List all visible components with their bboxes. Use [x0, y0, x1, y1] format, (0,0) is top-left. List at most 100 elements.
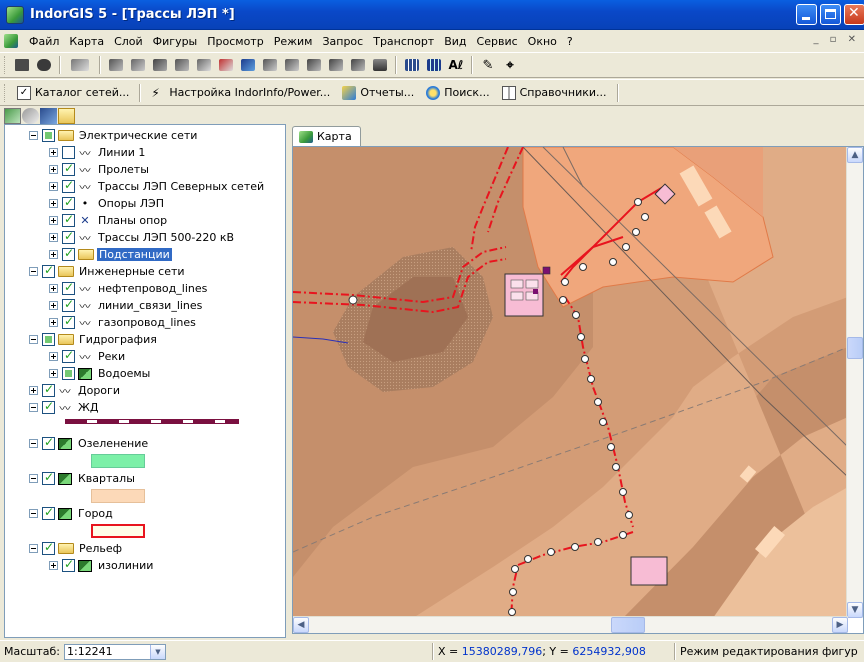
- toolbar-grip-2[interactable]: [4, 83, 7, 102]
- menu-window[interactable]: Окно: [523, 35, 562, 48]
- tools-tab-icon[interactable]: [40, 108, 57, 124]
- add-vertex-icon[interactable]: [150, 56, 170, 74]
- layer-checkbox[interactable]: [42, 129, 55, 142]
- snap-vertex-icon[interactable]: [326, 56, 346, 74]
- menu-help[interactable]: ?: [562, 35, 578, 48]
- expand-toggle[interactable]: [49, 165, 58, 174]
- tree-item-poles[interactable]: • Опоры ЛЭП: [49, 195, 166, 212]
- collapse-toggle[interactable]: [29, 474, 38, 483]
- reference-button[interactable]: Справочники...: [496, 83, 613, 103]
- menu-query[interactable]: Запрос: [317, 35, 368, 48]
- tree-item-rivers[interactable]: 〰 Реки: [49, 348, 127, 365]
- split-shape-icon[interactable]: [194, 56, 214, 74]
- expand-toggle[interactable]: [49, 233, 58, 242]
- tree-item-roads[interactable]: 〰 Дороги: [29, 382, 122, 399]
- styles-tab-icon[interactable]: [22, 108, 39, 124]
- scale-shape-icon[interactable]: [282, 56, 302, 74]
- mdi-controls[interactable]: _ ▫ ✕: [813, 34, 860, 45]
- menu-file[interactable]: Файл: [24, 35, 64, 48]
- layer-style-icon[interactable]: [34, 56, 54, 74]
- tree-item-routes500[interactable]: 〰 Трассы ЛЭП 500-220 кВ: [49, 229, 236, 246]
- layer-checkbox[interactable]: [42, 540, 55, 555]
- tree-item-oil[interactable]: 〰 нефтепровод_lines: [49, 280, 209, 297]
- layers-tab-icon[interactable]: [4, 108, 21, 124]
- collapse-toggle[interactable]: [29, 267, 38, 276]
- expand-toggle[interactable]: [49, 182, 58, 191]
- layer-checkbox[interactable]: [42, 435, 55, 450]
- scroll-right-button[interactable]: ▶: [832, 617, 848, 633]
- layer-checkbox[interactable]: [62, 280, 75, 295]
- layer-checkbox[interactable]: [62, 195, 75, 210]
- close-button[interactable]: ✕: [844, 4, 864, 25]
- horizontal-scrollbar[interactable]: ◀ ▶: [293, 616, 848, 633]
- folders-tab-icon[interactable]: [58, 108, 75, 124]
- tree-item-lines1[interactable]: 〰 Линии 1: [49, 144, 147, 161]
- expand-toggle[interactable]: [49, 561, 58, 570]
- layer-checkbox[interactable]: [62, 146, 75, 159]
- toolbar-grip[interactable]: [4, 56, 7, 74]
- layer-props-icon[interactable]: [12, 56, 32, 74]
- edit-vertex-icon[interactable]: [128, 56, 148, 74]
- search-button[interactable]: Поиск...: [420, 83, 495, 103]
- tree-item-electric[interactable]: Электрические сети: [29, 127, 199, 144]
- tree-item-substations[interactable]: Подстанции: [49, 246, 172, 263]
- tree-item-comm[interactable]: 〰 линии_связи_lines: [49, 297, 204, 314]
- select-tool-icon[interactable]: [66, 56, 94, 74]
- tab-map[interactable]: Карта: [292, 126, 361, 146]
- menu-map[interactable]: Карта: [64, 35, 109, 48]
- snap-icon[interactable]: [304, 56, 324, 74]
- layer-checkbox[interactable]: [62, 314, 75, 329]
- layer-checkbox[interactable]: [62, 246, 75, 261]
- tree-item-hydro[interactable]: Гидрография: [29, 331, 159, 348]
- layer-checkbox[interactable]: [42, 470, 55, 485]
- collapse-toggle[interactable]: [29, 509, 38, 518]
- tree-item-rail[interactable]: 〰 ЖД: [29, 399, 100, 416]
- menu-mode[interactable]: Режим: [269, 35, 318, 48]
- layer-checkbox[interactable]: [62, 557, 75, 572]
- binoculars-icon[interactable]: ⌖: [500, 56, 520, 74]
- tree-item-engineering[interactable]: Инженерные сети: [29, 263, 187, 280]
- collapse-toggle[interactable]: [29, 131, 38, 140]
- move-icon[interactable]: [238, 56, 258, 74]
- tree-item-north[interactable]: 〰 Трассы ЛЭП Северных сетей: [49, 178, 266, 195]
- expand-toggle[interactable]: [49, 318, 58, 327]
- layer-checkbox[interactable]: [42, 382, 55, 397]
- snap-edge-icon[interactable]: [348, 56, 368, 74]
- collapse-toggle[interactable]: [29, 544, 38, 553]
- document-icon[interactable]: [4, 34, 18, 48]
- layer-checkbox[interactable]: [62, 212, 75, 227]
- menu-transport[interactable]: Транспорт: [368, 35, 439, 48]
- rotate-icon[interactable]: [260, 56, 280, 74]
- layer-checkbox[interactable]: [62, 161, 75, 176]
- expand-toggle[interactable]: [49, 216, 58, 225]
- menu-shapes[interactable]: Фигуры: [148, 35, 203, 48]
- layer-checkbox[interactable]: [62, 367, 75, 380]
- edit-shape-icon[interactable]: [106, 56, 126, 74]
- tree-item-pole-plans[interactable]: ✕ Планы опор: [49, 212, 169, 229]
- layer-checkbox[interactable]: [42, 263, 55, 278]
- collapse-toggle[interactable]: [29, 403, 38, 412]
- map-view[interactable]: ▲ ▼ ◀ ▶: [292, 146, 864, 634]
- reports-button[interactable]: Отчеты...: [336, 83, 420, 103]
- scroll-up-button[interactable]: ▲: [847, 147, 863, 163]
- text-tool-icon[interactable]: Aℓ: [446, 56, 466, 74]
- vertical-scrollbar[interactable]: ▲ ▼: [846, 147, 863, 618]
- layer-checkbox[interactable]: [62, 229, 75, 244]
- delete-vertex-icon[interactable]: [172, 56, 192, 74]
- layer-checkbox[interactable]: [62, 297, 75, 312]
- expand-toggle[interactable]: [29, 386, 38, 395]
- expand-toggle[interactable]: [49, 301, 58, 310]
- menu-kind[interactable]: Вид: [439, 35, 471, 48]
- layer-checkbox[interactable]: [42, 399, 55, 414]
- layer-checkbox[interactable]: [42, 333, 55, 346]
- expand-toggle[interactable]: [49, 369, 58, 378]
- horizontal-scroll-thumb[interactable]: [611, 617, 645, 633]
- expand-toggle[interactable]: [49, 148, 58, 157]
- join-shape-icon[interactable]: [216, 56, 236, 74]
- tree-item-blocks[interactable]: Кварталы: [29, 470, 137, 487]
- print-icon[interactable]: [370, 56, 390, 74]
- tree-item-gas[interactable]: 〰 газопровод_lines: [49, 314, 198, 331]
- chevron-down-icon[interactable]: ▼: [149, 644, 165, 659]
- measure-icon[interactable]: ✎: [478, 56, 498, 74]
- layer-checkbox[interactable]: [42, 505, 55, 520]
